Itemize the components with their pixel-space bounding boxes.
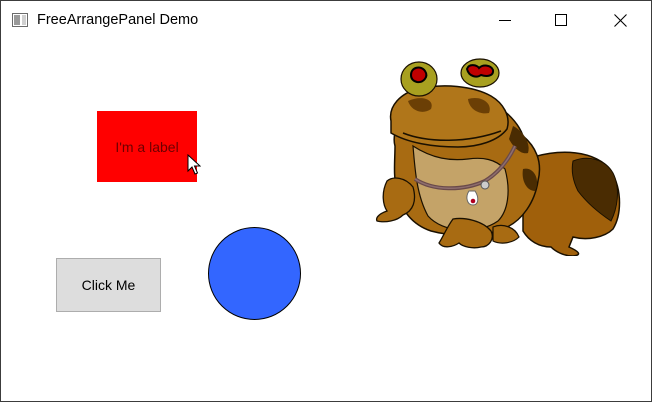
window-app-icon [12,13,28,27]
title-bar[interactable]: FreeArrangePanel Demo [1,1,651,39]
blue-circle[interactable] [208,227,301,320]
minimize-icon [499,20,511,21]
close-button[interactable] [597,1,643,39]
minimize-button[interactable] [482,1,528,39]
app-window: FreeArrangePanel Demo I'm a label Click … [0,0,652,402]
window-title: FreeArrangePanel Demo [37,12,199,28]
arrow-cursor-icon [187,154,201,175]
maximize-icon [555,14,567,26]
hypnotoad-image[interactable] [373,51,629,256]
click-me-button[interactable]: Click Me [56,258,161,312]
free-arrange-panel: I'm a label Click Me [1,39,651,401]
red-label-text: I'm a label [115,138,179,155]
click-me-label: Click Me [81,277,136,293]
maximize-button[interactable] [538,1,584,39]
red-label[interactable]: I'm a label [97,111,197,182]
close-icon [613,13,627,27]
